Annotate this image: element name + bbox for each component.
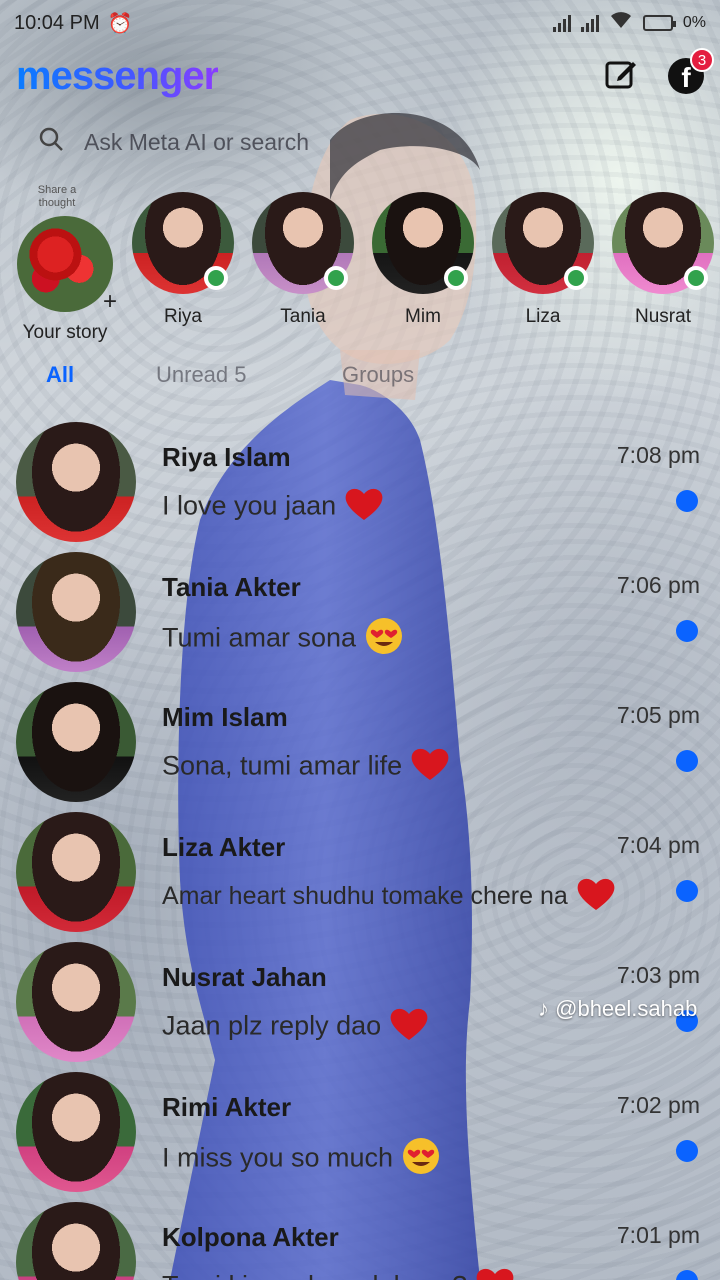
avatar xyxy=(16,1072,136,1192)
clock: 10:04 PM xyxy=(14,11,100,34)
chat-row[interactable]: Kolpona Akter Tumi ki amake valobaso? 7:… xyxy=(0,1194,720,1280)
chat-time: 7:06 pm xyxy=(616,572,700,598)
chat-time: 7:01 pm xyxy=(616,1222,700,1248)
chat-time: 7:04 pm xyxy=(616,832,700,858)
story-item[interactable]: Nusrat xyxy=(608,192,718,328)
heart-eyes-emoji-icon xyxy=(401,1136,441,1183)
notification-badge: 3 xyxy=(690,48,714,72)
search-placeholder: Ask Meta AI or search xyxy=(84,128,309,155)
unread-dot xyxy=(676,1270,698,1280)
chat-preview: Amar heart shudhu tomake chere na xyxy=(162,876,616,919)
online-indicator xyxy=(564,266,588,290)
chat-preview: I love you jaan xyxy=(162,486,384,529)
chat-name: Riya Islam xyxy=(162,442,291,472)
your-story-avatar xyxy=(17,216,113,312)
online-indicator xyxy=(204,266,228,290)
heart-icon xyxy=(475,1266,515,1280)
chat-list: Riya Islam I love you jaan 7:08 pm Tania… xyxy=(0,414,720,1280)
unread-dot xyxy=(676,750,698,772)
online-indicator xyxy=(444,266,468,290)
chat-time: 7:03 pm xyxy=(616,962,700,988)
avatar xyxy=(16,422,136,542)
chat-name: Nusrat Jahan xyxy=(162,962,327,992)
online-indicator xyxy=(324,266,348,290)
facebook-button[interactable]: f 3 xyxy=(668,48,714,94)
battery-level: 0% xyxy=(682,14,706,31)
compose-icon[interactable] xyxy=(604,57,638,96)
search-icon xyxy=(38,126,64,158)
chat-preview: Tumi amar sona xyxy=(162,616,404,663)
chat-name: Mim Islam xyxy=(162,702,288,732)
story-name: Mim xyxy=(405,306,441,327)
unread-dot xyxy=(676,880,698,902)
chat-preview: I miss you so much xyxy=(162,1136,441,1183)
chat-row[interactable]: Riya Islam I love you jaan 7:08 pm xyxy=(0,414,720,544)
search-bar[interactable]: Ask Meta AI or search xyxy=(16,118,704,166)
status-bar: 10:04 PM ⏰ 0% xyxy=(0,0,720,46)
story-item[interactable]: Riya xyxy=(128,192,238,328)
chat-row[interactable]: Rimi Akter I miss you so much 7:02 pm xyxy=(0,1064,720,1194)
chat-row[interactable]: Liza Akter Amar heart shudhu tomake cher… xyxy=(0,804,720,934)
your-story-label: Your story xyxy=(22,322,108,343)
story-name: Riya xyxy=(163,306,202,327)
app-header: messenger f 3 xyxy=(0,46,720,106)
note-prompt: Share a thought xyxy=(37,184,77,209)
avatar xyxy=(16,552,136,672)
messenger-logo: messenger xyxy=(16,53,219,98)
story-name: Liza xyxy=(525,306,561,327)
chat-row[interactable]: Mim Islam Sona, tumi amar life 7:05 pm xyxy=(0,674,720,804)
unread-dot xyxy=(676,620,698,642)
filter-tabs: All Unread 5 Groups xyxy=(0,356,720,396)
tab-unread[interactable]: Unread 5 xyxy=(156,362,247,388)
story-name: Nusrat xyxy=(635,306,691,327)
chat-time: 7:08 pm xyxy=(616,442,700,468)
add-story-icon[interactable]: + xyxy=(103,288,117,316)
chat-time: 7:02 pm xyxy=(616,1092,700,1118)
online-indicator xyxy=(684,266,708,290)
chat-name: Kolpona Akter xyxy=(162,1222,339,1252)
unread-dot xyxy=(676,490,698,512)
heart-icon xyxy=(344,486,384,529)
avatar xyxy=(16,812,136,932)
heart-eyes-emoji-icon xyxy=(364,616,404,663)
wifi-icon xyxy=(609,11,633,35)
avatar xyxy=(16,942,136,1062)
unread-dot xyxy=(676,1140,698,1162)
heart-icon xyxy=(576,876,616,919)
watermark-handle: @bheel.sahab xyxy=(555,996,698,1021)
tiktok-watermark: ♪ @bheel.sahab xyxy=(538,996,697,1022)
chat-name: Liza Akter xyxy=(162,832,286,862)
chat-preview: Tumi ki amake valobaso? xyxy=(162,1266,515,1280)
story-item[interactable]: Mim xyxy=(368,192,478,328)
chat-name: Rimi Akter xyxy=(162,1092,292,1122)
stories-row: Share a thought + Your story Riya Tania … xyxy=(0,178,720,348)
signal-icon xyxy=(552,14,571,32)
tab-all[interactable]: All xyxy=(46,362,74,388)
chat-preview: Jaan plz reply dao xyxy=(162,1006,429,1049)
avatar xyxy=(16,682,136,802)
tab-groups[interactable]: Groups xyxy=(342,362,414,388)
heart-icon xyxy=(389,1006,429,1049)
chat-row[interactable]: Tania Akter Tumi amar sona 7:06 pm xyxy=(0,544,720,674)
story-name: Tania xyxy=(280,306,326,327)
battery-icon xyxy=(642,15,676,31)
alarm-icon: ⏰ xyxy=(107,12,133,35)
chat-time: 7:05 pm xyxy=(616,702,700,728)
story-item[interactable]: Tania xyxy=(248,192,358,328)
avatar xyxy=(16,1202,136,1280)
heart-icon xyxy=(410,746,450,789)
your-story[interactable]: Share a thought + Your story xyxy=(10,184,120,344)
signal-icon-2 xyxy=(580,14,599,32)
story-item[interactable]: Liza xyxy=(488,192,598,328)
chat-name: Tania Akter xyxy=(162,572,301,602)
chat-preview: Sona, tumi amar life xyxy=(162,746,450,789)
tiktok-icon: ♪ xyxy=(538,996,549,1021)
